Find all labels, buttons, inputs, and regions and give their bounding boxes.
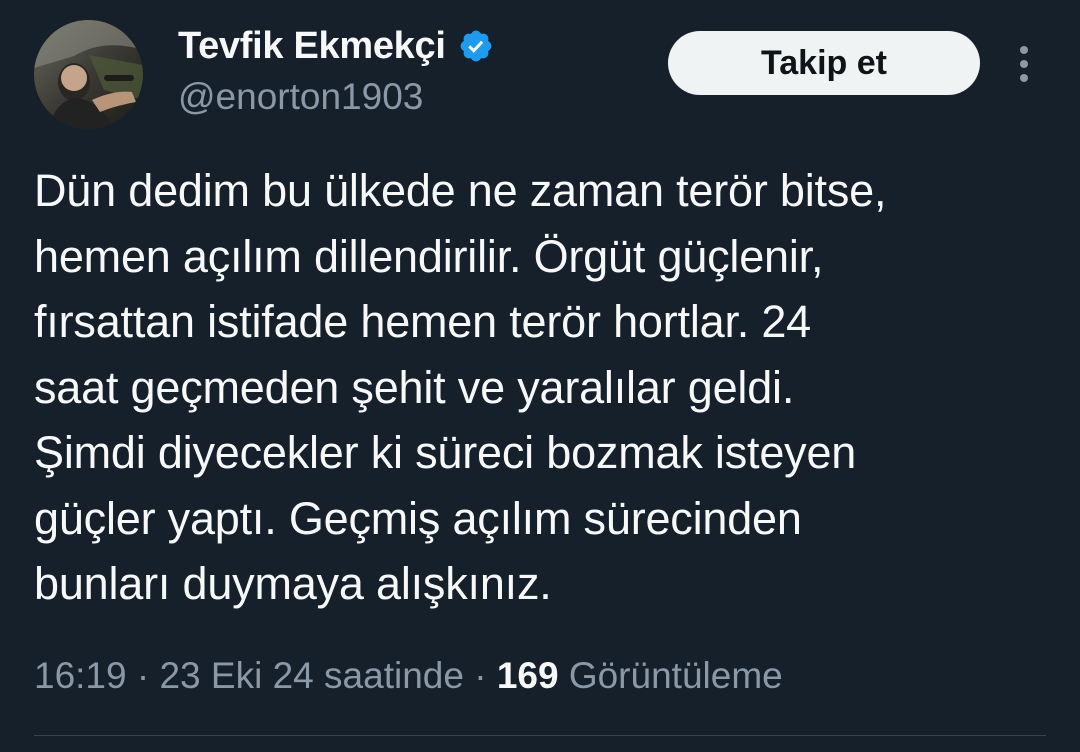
tweet-text-line: fırsattan istifade hemen terör hortlar. … bbox=[34, 296, 812, 347]
more-vertical-icon[interactable] bbox=[1008, 42, 1040, 86]
meta-separator: · bbox=[463, 655, 497, 696]
tweet-date[interactable]: 23 Eki 24 saatinde bbox=[159, 655, 463, 696]
tweet-text-line: güçler yaptı. Geçmiş açılım sürecinden bbox=[34, 492, 802, 544]
tweet-text-line: Dün dedim bu ülkede ne zaman terör bitse… bbox=[34, 165, 887, 216]
tweet-text-line: hemen açılım dillendirilir. Örgüt güçlen… bbox=[34, 230, 824, 282]
author-name-row: Tevfik Ekmekçi bbox=[178, 22, 494, 70]
tweet-card: Tevfik Ekmekçi @enorton1903 Takip et Dün… bbox=[0, 0, 1080, 752]
meta-separator: · bbox=[126, 655, 160, 696]
tweet-meta: 16:19 · 23 Eki 24 saatinde · 169 Görüntü… bbox=[34, 652, 783, 700]
avatar[interactable] bbox=[34, 20, 143, 129]
tweet-time[interactable]: 16:19 bbox=[34, 655, 127, 696]
views-label[interactable]: Görüntüleme bbox=[559, 655, 783, 696]
avatar-photo bbox=[34, 20, 143, 129]
more-dot bbox=[1020, 74, 1028, 82]
tweet-text-line: saat geçmeden şehit ve yaralılar geldi. bbox=[34, 361, 795, 413]
more-dot bbox=[1020, 60, 1028, 68]
tweet-text: Dün dedim bu ülkede ne zaman terör bitse… bbox=[34, 158, 1044, 617]
verified-badge-icon bbox=[460, 30, 491, 62]
tweet-text-line: Şimdi diyecekler ki süreci bozmak isteye… bbox=[34, 427, 857, 478]
author-display-name[interactable]: Tevfik Ekmekçi bbox=[178, 22, 446, 70]
tweet-text-line: bunları duymaya alışkınız. bbox=[34, 558, 552, 609]
more-dot bbox=[1020, 46, 1028, 54]
divider bbox=[34, 735, 1046, 736]
views-count[interactable]: 169 bbox=[497, 655, 559, 696]
author-handle[interactable]: @enorton1903 bbox=[178, 74, 423, 120]
follow-button[interactable]: Takip et bbox=[668, 31, 980, 95]
